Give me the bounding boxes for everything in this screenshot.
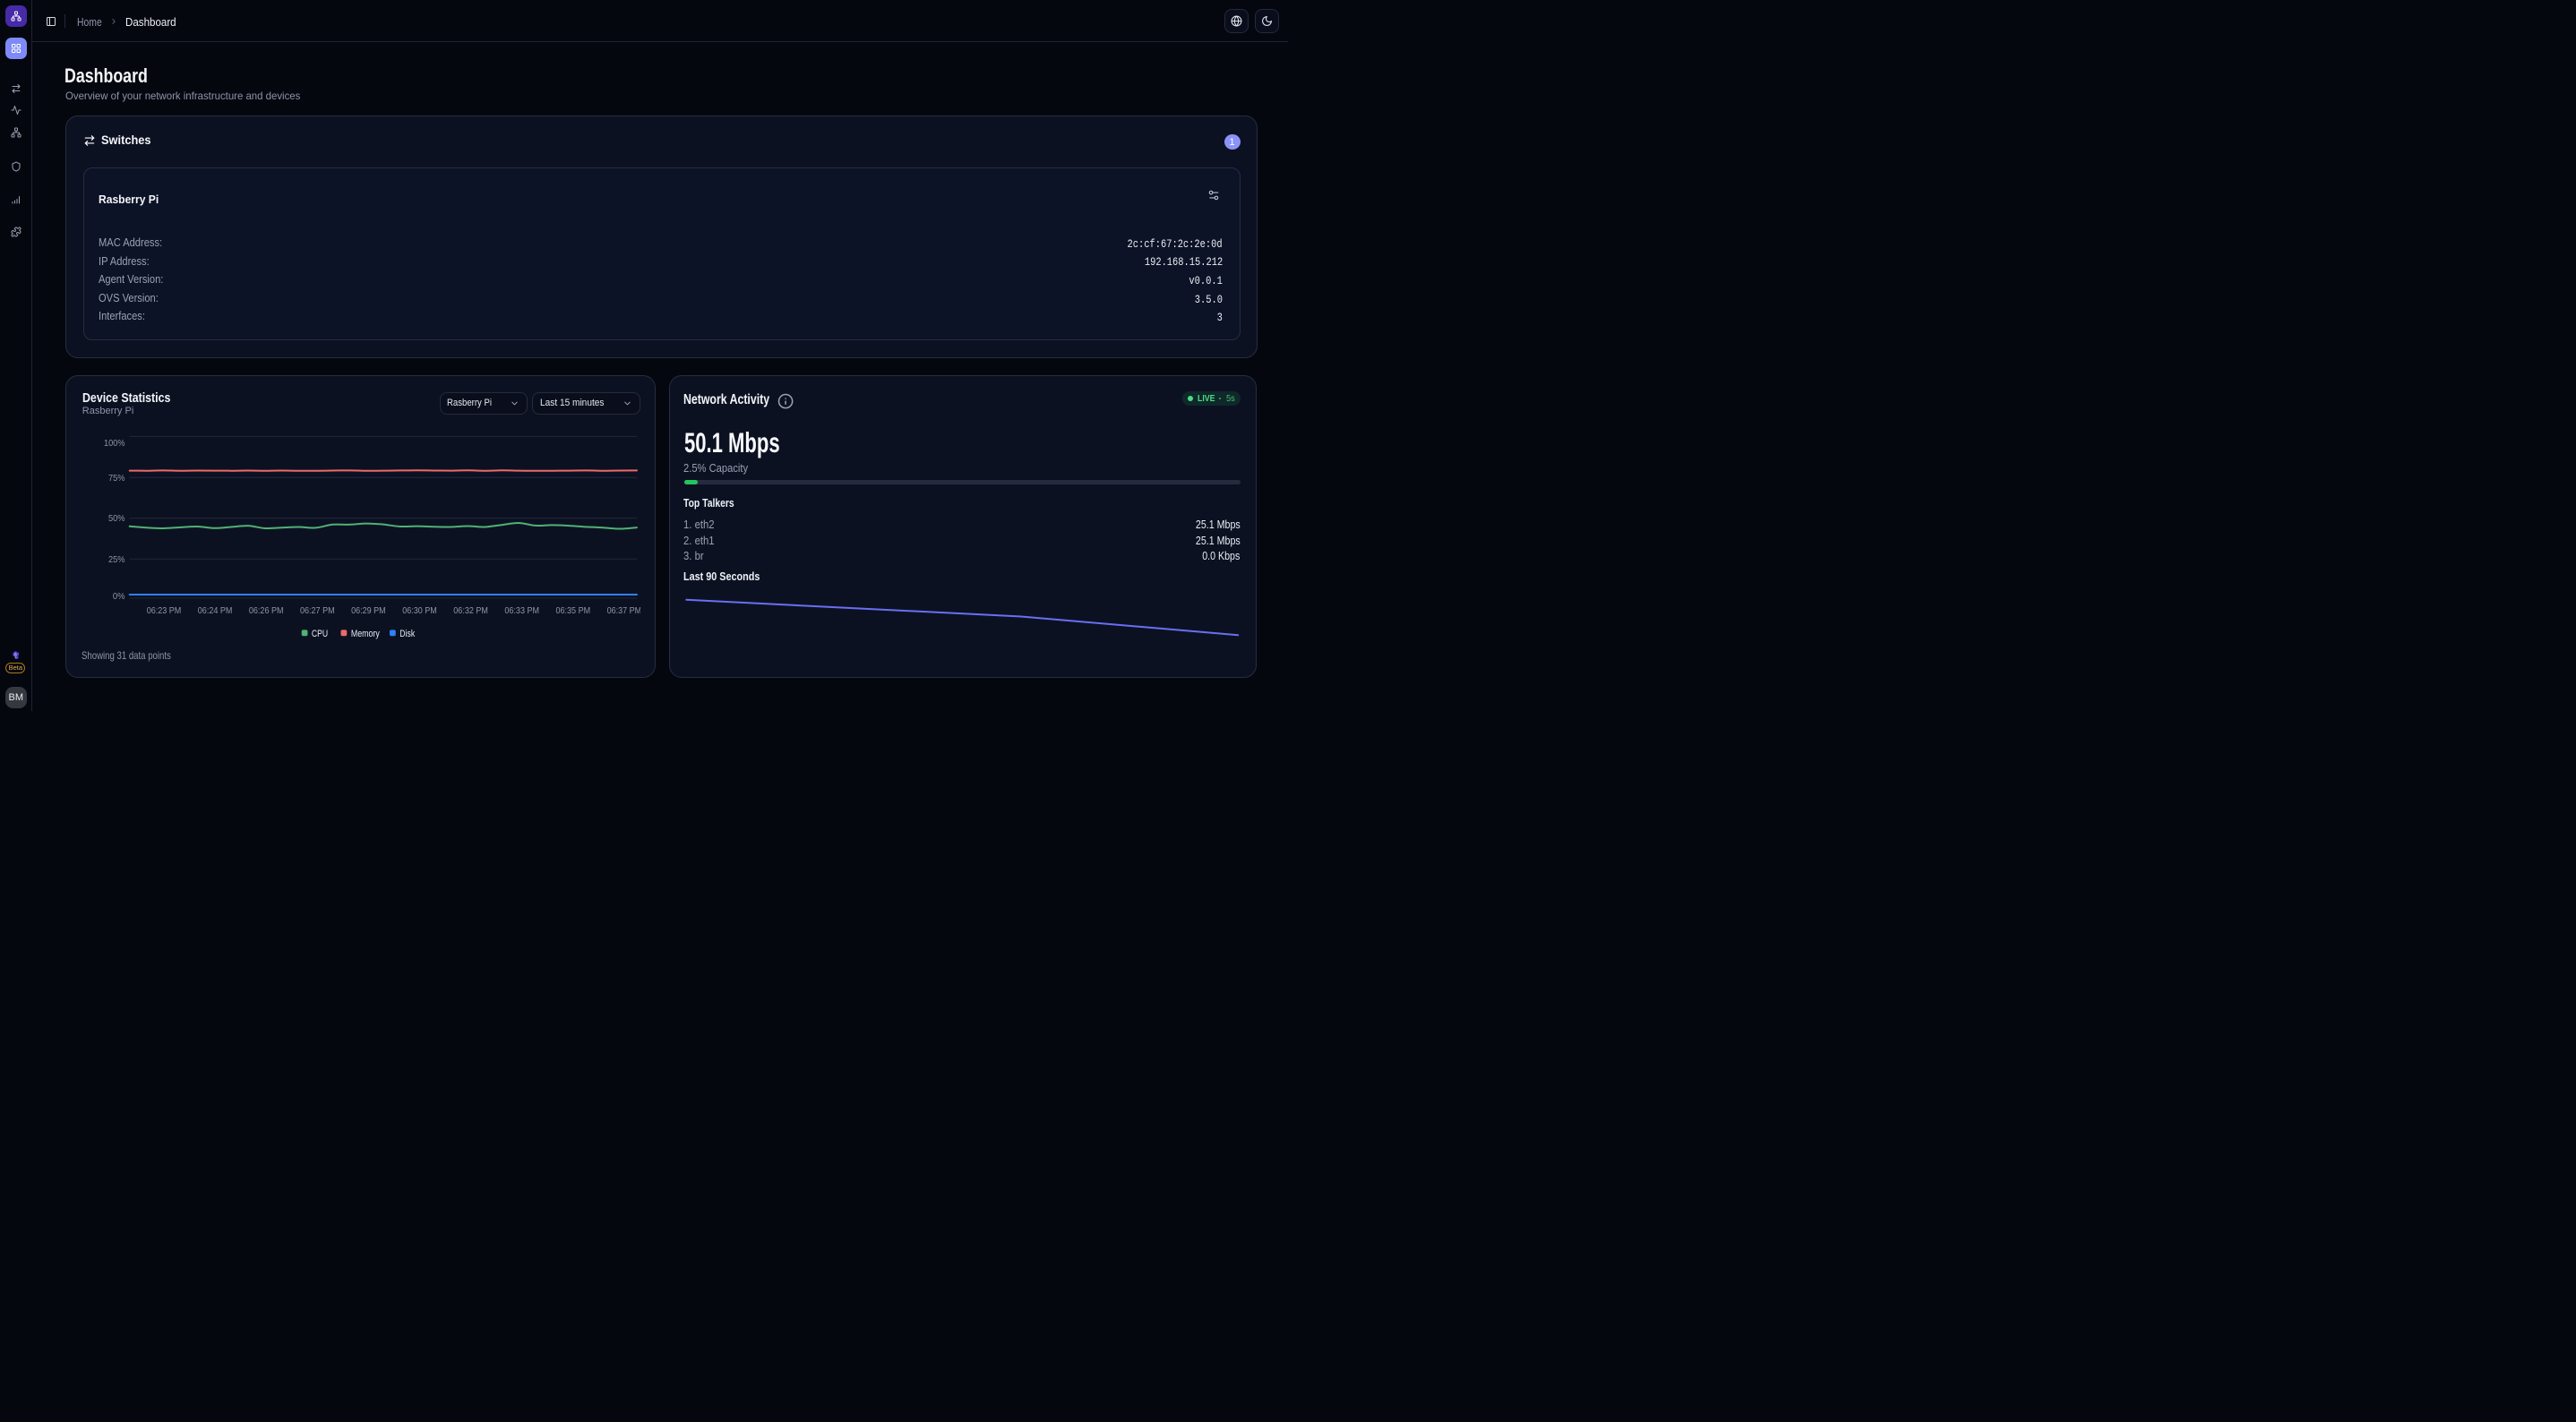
svg-text:06:26 PM: 06:26 PM	[249, 605, 284, 616]
svg-text:Disk: Disk	[399, 629, 415, 639]
svg-text:Memory: Memory	[351, 629, 380, 639]
svg-text:06:27 PM: 06:27 PM	[300, 605, 335, 616]
svg-text:06:23 PM: 06:23 PM	[147, 605, 182, 616]
svg-text:CPU: CPU	[312, 629, 328, 639]
svg-text:06:33 PM: 06:33 PM	[504, 605, 539, 616]
svg-text:06:29 PM: 06:29 PM	[351, 605, 386, 616]
svg-text:06:35 PM: 06:35 PM	[556, 605, 591, 616]
svg-text:06:24 PM: 06:24 PM	[198, 605, 233, 616]
svg-text:100%: 100%	[104, 438, 125, 449]
svg-text:06:30 PM: 06:30 PM	[402, 605, 437, 616]
svg-text:50%: 50%	[108, 513, 125, 524]
svg-text:06:32 PM: 06:32 PM	[453, 605, 488, 616]
svg-text:75%: 75%	[108, 473, 125, 484]
svg-text:06:37 PM: 06:37 PM	[607, 605, 640, 616]
svg-text:0%: 0%	[113, 591, 125, 602]
svg-text:25%: 25%	[108, 554, 125, 565]
